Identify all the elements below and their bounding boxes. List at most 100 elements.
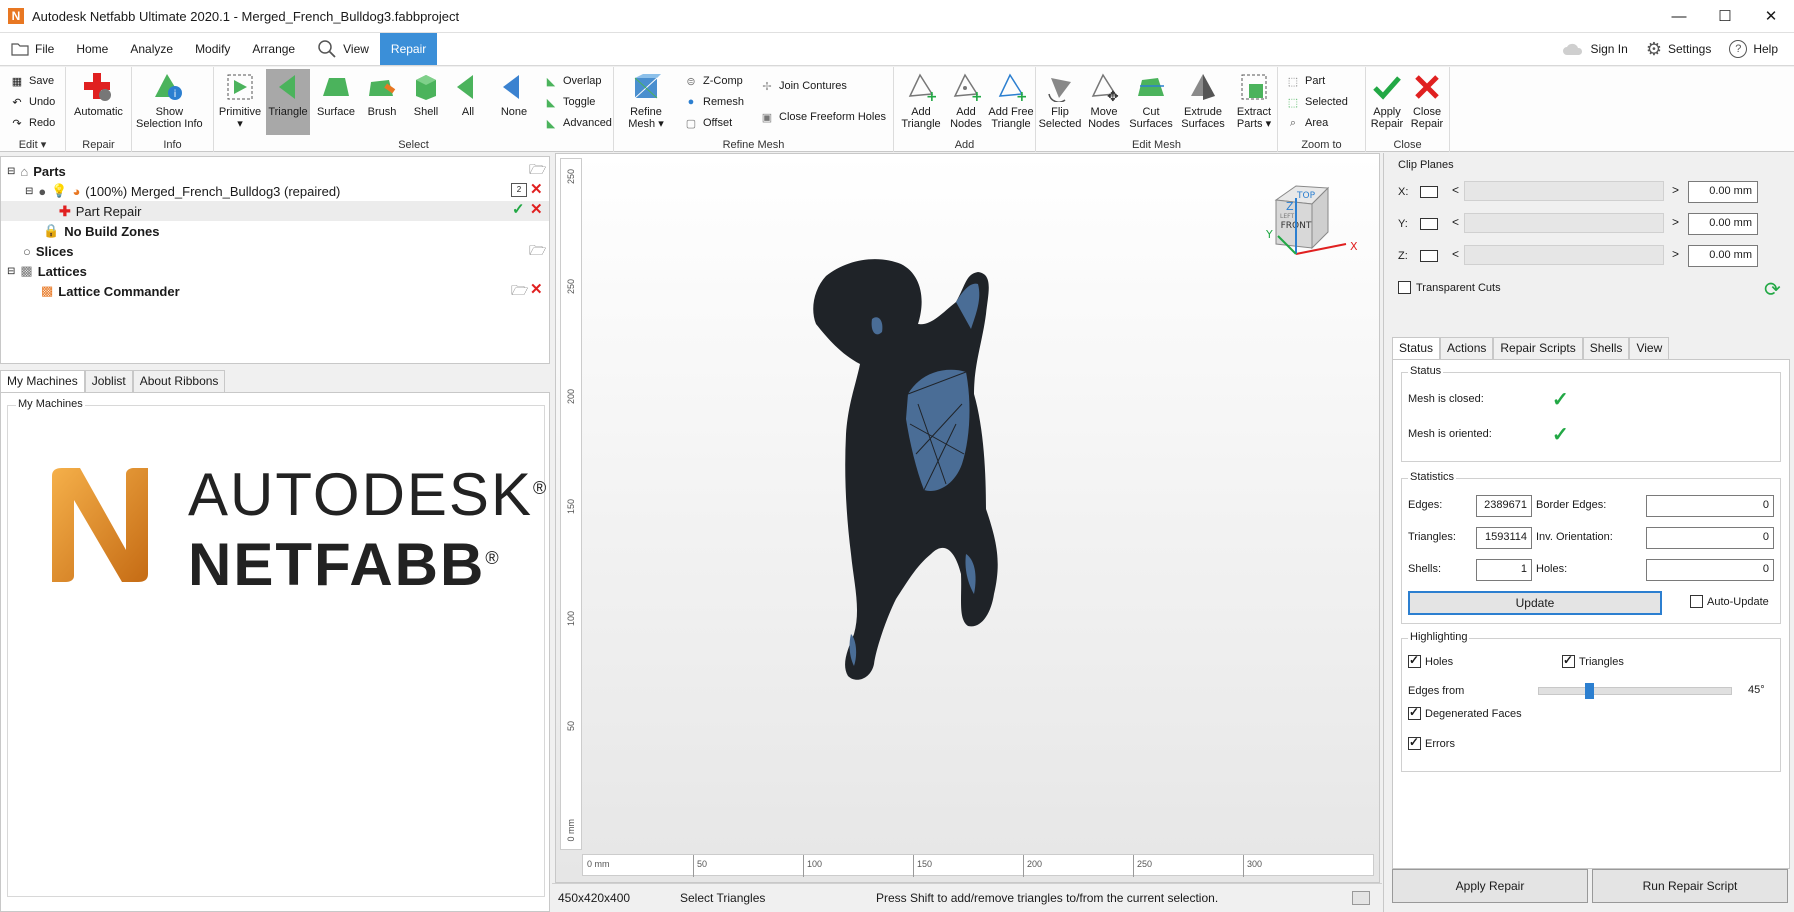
join-contures-button[interactable]: ✢ Join Contures (760, 77, 846, 95)
degenerated-faces-checkbox[interactable]: Degenerated Faces (1408, 705, 1522, 720)
clip-x-right-arrow[interactable]: > (1672, 183, 1679, 197)
close-repair-ribbon-button[interactable]: Close Repair (1408, 71, 1446, 130)
toggle-button[interactable]: ◣ Toggle (544, 93, 596, 111)
extrude-surfaces-button[interactable]: Extrude Surfaces (1178, 71, 1228, 130)
surface-select-button[interactable]: Surface (314, 71, 358, 118)
menu-analyze[interactable]: Analyze (119, 33, 184, 65)
tab-actions[interactable]: Actions (1440, 337, 1494, 359)
shell-select-button[interactable]: Shell (404, 71, 448, 118)
add-nodes-button[interactable]: + Add Nodes (946, 71, 986, 130)
errors-checkbox[interactable]: Errors (1408, 735, 1455, 750)
flip-selected-button[interactable]: Flip Selected (1038, 71, 1082, 130)
color-palette-icon[interactable]: ◕ (72, 184, 80, 199)
settings-button[interactable]: ⚙ Settings (1646, 39, 1712, 60)
tree-lattices[interactable]: ⊟ ▩ Lattices (7, 261, 87, 281)
remove-lattice-icon[interactable]: ✕ (530, 280, 543, 298)
clip-x-slider[interactable] (1464, 181, 1664, 201)
open-folder-icon[interactable]: 🗁 (529, 159, 546, 183)
tree-part-repair[interactable]: ✚ Part Repair (59, 201, 141, 221)
clip-y-field[interactable]: 0.00 mm (1688, 213, 1758, 235)
tree-parts[interactable]: ⊟ ⌂ Parts (7, 161, 66, 181)
offset-button[interactable]: ▢ Offset (684, 114, 732, 132)
tree-no-build-zones[interactable]: 🔒 No Build Zones (43, 221, 160, 241)
menu-file[interactable]: File (0, 33, 65, 65)
visibility-icon[interactable]: ● (38, 184, 46, 199)
tab-my-machines[interactable]: My Machines (0, 370, 85, 392)
tree-lattice-commander[interactable]: ▩ Lattice Commander (41, 281, 180, 301)
holes-checkbox[interactable]: Holes (1408, 653, 1453, 668)
menu-view[interactable]: View (306, 33, 380, 65)
open-folder-icon[interactable]: 🗁 (511, 280, 528, 304)
clip-z-right-arrow[interactable]: > (1672, 247, 1679, 261)
clip-y-toggle[interactable] (1420, 218, 1438, 230)
cut-surfaces-button[interactable]: Cut Surfaces (1128, 71, 1174, 130)
collapse-icon[interactable]: ⊟ (7, 266, 15, 277)
z-comp-button[interactable]: ⊜ Z-Comp (684, 72, 742, 90)
show-selection-info-button[interactable]: i Show Selection Info (136, 71, 203, 130)
3d-viewport[interactable]: 250 250 200 150 100 50 0 mm 0 mm 50 100 … (555, 153, 1380, 883)
open-folder-icon[interactable]: 🗁 (529, 240, 546, 264)
clip-z-field[interactable]: 0.00 mm (1688, 245, 1758, 267)
triangle-select-button[interactable]: Triangle (266, 69, 310, 135)
add-free-triangle-button[interactable]: + Add Free Triangle (988, 71, 1034, 130)
clip-y-left-arrow[interactable]: < (1452, 215, 1459, 229)
clip-y-slider[interactable] (1464, 213, 1664, 233)
sign-in-button[interactable]: Sign In (1562, 42, 1628, 56)
mesh-model[interactable] (806, 254, 1056, 694)
minimize-button[interactable]: — (1656, 0, 1702, 33)
menu-modify[interactable]: Modify (184, 33, 241, 65)
help-button[interactable]: ? Help (1729, 40, 1778, 58)
close-window-button[interactable]: ✕ (1748, 0, 1794, 33)
zoom-part-button[interactable]: ⬚ Part (1286, 72, 1325, 90)
menu-home[interactable]: Home (65, 33, 119, 65)
select-all-button[interactable]: All (450, 71, 486, 118)
close-freeform-holes-button[interactable]: ▣ Close Freeform Holes (760, 108, 886, 126)
run-repair-script-button[interactable]: Run Repair Script (1592, 869, 1788, 903)
primitive-button[interactable]: Primitive ▾ (218, 71, 262, 130)
edges-from-slider[interactable] (1538, 683, 1732, 699)
menu-arrange[interactable]: Arrange (241, 33, 306, 65)
overlap-button[interactable]: ◣ Overlap (544, 72, 602, 90)
clip-x-toggle[interactable] (1420, 186, 1438, 198)
refine-mesh-button[interactable]: Refine Mesh ▾ (620, 71, 672, 130)
remesh-button[interactable]: ● Remesh (684, 93, 744, 111)
tree-slices[interactable]: ○ Slices (23, 241, 73, 261)
undo-button[interactable]: ↶ Undo (10, 93, 55, 111)
maximize-button[interactable]: ☐ (1702, 0, 1748, 33)
tab-status[interactable]: Status (1392, 337, 1441, 359)
menu-repair[interactable]: Repair (379, 33, 438, 65)
clip-y-right-arrow[interactable]: > (1672, 215, 1679, 229)
clip-x-left-arrow[interactable]: < (1452, 183, 1459, 197)
edges-from-slider-thumb[interactable] (1585, 683, 1595, 699)
triangles-checkbox[interactable]: Triangles (1562, 653, 1624, 668)
clip-z-left-arrow[interactable]: < (1452, 247, 1459, 261)
select-none-button[interactable]: None (494, 71, 534, 118)
advanced-button[interactable]: ◣ Advanced (544, 114, 612, 132)
clip-x-field[interactable]: 0.00 mm (1688, 181, 1758, 203)
redo-button[interactable]: ↷ Redo (10, 114, 55, 132)
move-nodes-button[interactable]: ✥ Move Nodes (1084, 71, 1124, 130)
clip-z-toggle[interactable] (1420, 250, 1438, 262)
collapse-icon[interactable]: ⊟ (7, 166, 15, 177)
edit-menu-dropdown[interactable]: Edit ▾ (0, 138, 65, 151)
tab-repair-scripts[interactable]: Repair Scripts (1493, 337, 1583, 359)
brush-select-button[interactable]: Brush (360, 71, 404, 118)
extract-parts-button[interactable]: Extract Parts ▾ (1232, 71, 1276, 130)
collapse-icon[interactable]: ⊟ (25, 186, 33, 197)
apply-repair-ribbon-button[interactable]: Apply Repair (1368, 71, 1406, 130)
apply-repair-button[interactable]: Apply Repair (1392, 869, 1588, 903)
refresh-icon[interactable]: ⟳ (1764, 277, 1781, 302)
tab-view[interactable]: View (1629, 337, 1670, 359)
automatic-repair-button[interactable]: Automatic (74, 71, 123, 118)
view-cube[interactable]: TOP FRONT LEFT X Y Z (1256, 178, 1366, 268)
cancel-repair-icon[interactable]: ✕ (530, 200, 543, 218)
tab-shells[interactable]: Shells (1582, 337, 1630, 359)
clip-z-slider[interactable] (1464, 245, 1664, 265)
zoom-selected-button[interactable]: ⬚ Selected (1286, 93, 1348, 111)
tab-about-ribbons[interactable]: About Ribbons (132, 370, 226, 392)
save-button[interactable]: ▦ Save (10, 72, 54, 90)
tree-part-item[interactable]: ⊟ ● 💡 ◕ (100%) Merged_French_Bulldog3 (r… (25, 181, 340, 201)
auto-update-checkbox[interactable]: Auto-Update (1690, 595, 1769, 608)
zoom-area-button[interactable]: ⌕ Area (1286, 114, 1328, 132)
add-triangle-button[interactable]: + Add Triangle (900, 71, 942, 130)
